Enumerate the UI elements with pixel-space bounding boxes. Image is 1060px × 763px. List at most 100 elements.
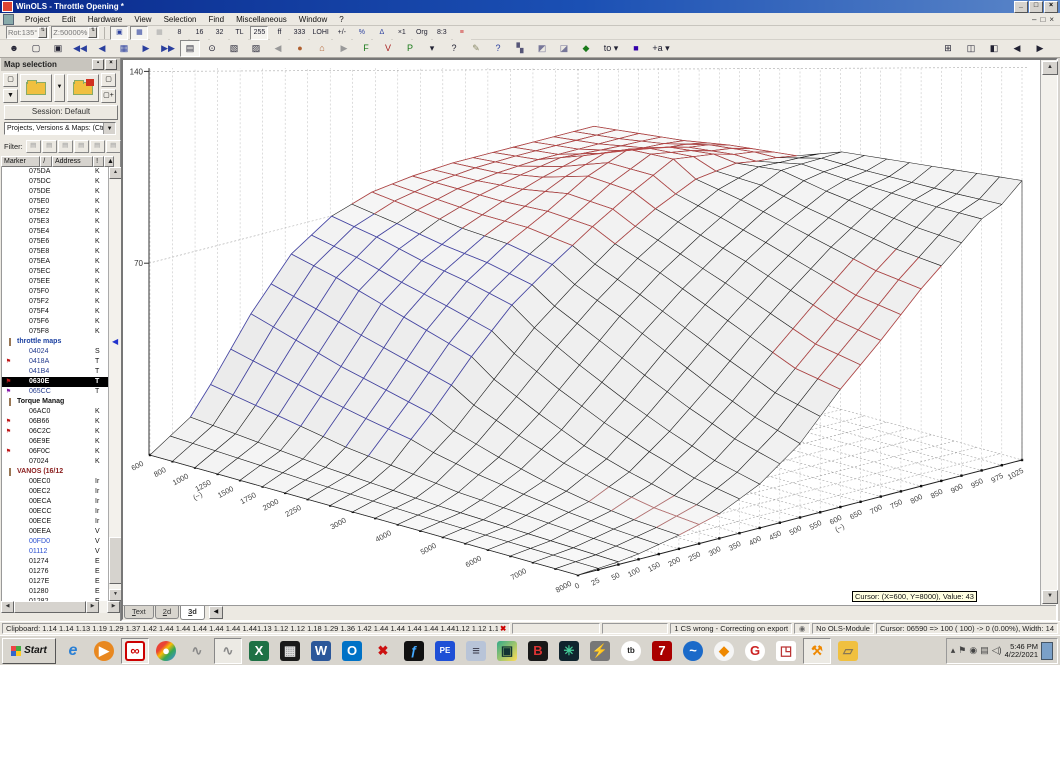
map-list-row[interactable]: 075DA K	[2, 167, 109, 177]
tab-text[interactable]: Text	[124, 606, 154, 619]
toolbar-button-hex-ff[interactable]: ff	[270, 25, 289, 40]
rotation-spinner[interactable]: ⇅	[38, 27, 48, 38]
toolbar-button-stats-chart[interactable]: ▚	[510, 40, 530, 57]
import-file-button[interactable]	[67, 74, 99, 102]
start-button[interactable]: Start	[2, 637, 56, 664]
toolbar-button-width-16[interactable]: 16	[190, 25, 209, 40]
list-header-marker[interactable]: Marker	[1, 156, 41, 167]
filter-button-KK[interactable]: ▤	[105, 139, 121, 153]
map-list-row[interactable]: ⚑ 0630E T	[2, 377, 109, 387]
menu-[interactable]: ?	[333, 14, 349, 25]
menu-project[interactable]: Project	[19, 14, 56, 25]
taskbar-icon-box-3d[interactable]: ◳	[772, 638, 800, 664]
toolbar-button-combo-to[interactable]: to ▾	[598, 40, 624, 57]
taskbar-icon-calculator[interactable]: ≡	[462, 638, 490, 664]
open-project-dropdown[interactable]: ▼	[54, 74, 65, 102]
map-list-row[interactable]: ⚑ 06B66 K	[2, 417, 109, 427]
map-list-row[interactable]: 04024 S	[2, 347, 109, 357]
taskbar-icon-file-explorer[interactable]: ▱	[834, 638, 862, 664]
taskbar-icon-word[interactable]: W	[307, 638, 335, 664]
taskbar-icon-excel[interactable]: X	[245, 638, 273, 664]
toolbar-button-color-pick[interactable]: ■	[626, 40, 646, 57]
toolbar-button-chart-a[interactable]: ◩	[532, 40, 552, 57]
map-list-row[interactable]: 075DC K	[2, 177, 109, 187]
map-list-row[interactable]: ⚑ 0418A T	[2, 357, 109, 367]
panel-close-button[interactable]: ×	[105, 59, 117, 70]
map-list-row[interactable]: 075E3 K	[2, 217, 109, 227]
map-list-row[interactable]: 07024 K	[2, 457, 109, 467]
map-list-row[interactable]: 041B4 T	[2, 367, 109, 377]
new-project-button[interactable]: ▢	[3, 73, 18, 87]
menu-view[interactable]: View	[128, 14, 157, 25]
toolbar-button-map-selection-toggle[interactable]: ▤	[180, 40, 200, 57]
filter-button-hex[interactable]: ▤	[41, 139, 57, 153]
map-list-row[interactable]: 075EE K	[2, 277, 109, 287]
map-list-vscrollbar[interactable]: ▲ ▼	[108, 167, 122, 601]
map-list-row[interactable]: ⚑ 065CC T	[2, 387, 109, 397]
taskbar-icon-terminal[interactable]: ƒ	[400, 638, 428, 664]
toolbar-button-view-3d[interactable]: ▦	[130, 25, 149, 40]
map-list-row[interactable]: Torque Manag	[2, 397, 109, 407]
toolbar-button-copy-special[interactable]: ◆	[576, 40, 596, 57]
tab-3d[interactable]: 3d	[180, 606, 205, 620]
menu-selection[interactable]: Selection	[158, 14, 203, 25]
map-list-row[interactable]: ⚑ 06C2C K	[2, 427, 109, 437]
map-list-row[interactable]: 075E0 K	[2, 197, 109, 207]
taskbar-icon-chrome[interactable]: ●	[152, 638, 180, 664]
minimize-button[interactable]: _	[1014, 0, 1028, 13]
toolbar-button-factor-x1[interactable]: ×1	[392, 25, 411, 40]
toolbar-button-decimal-255[interactable]: 255	[250, 25, 269, 40]
child-restore-button[interactable]: □	[1040, 15, 1045, 24]
toolbar-button-lo-hi[interactable]: LOHI	[310, 25, 331, 40]
session-button[interactable]: Session: Default	[4, 105, 118, 120]
map-list-row[interactable]: 00FD0 V	[2, 537, 109, 547]
map-list-row[interactable]: 00EC0 Ir	[2, 477, 109, 487]
filter-button-flag[interactable]: ▤	[89, 139, 105, 153]
map-list-row[interactable]: 075EA K	[2, 257, 109, 267]
copy-map-button[interactable]: ▢	[101, 73, 116, 87]
toolbar-button-help-dim[interactable]: ?	[444, 40, 464, 57]
toolbar-button-color-bars[interactable]: ≡	[452, 25, 471, 40]
toolbar-button-user[interactable]: ☻	[4, 40, 24, 57]
menu-window[interactable]: Window	[293, 14, 333, 25]
toolbar-button-first-map[interactable]: ◀◀	[70, 40, 90, 57]
map-list-row[interactable]: 00ECA Ir	[2, 497, 109, 507]
toolbar-button-compare[interactable]: ▨	[246, 40, 266, 57]
map-list-row[interactable]: 00ECE Ir	[2, 517, 109, 527]
map-list-row[interactable]: 06AC0 K	[2, 407, 109, 417]
taskbar-icon-demon7[interactable]: 7	[648, 638, 676, 664]
scope-combobox[interactable]: Projects, Versions & Maps: (Ctrl ▼	[4, 122, 116, 135]
toolbar-button-combo-plus-a[interactable]: +a ▾	[648, 40, 674, 57]
tray-display[interactable]: ▤	[980, 645, 989, 656]
map-list-row[interactable]: 075F2 K	[2, 297, 109, 307]
taskbar-icon-eeprom-chip[interactable]: ▦	[276, 638, 304, 664]
tab-2d[interactable]: 2d	[154, 606, 180, 619]
show-desktop-button[interactable]	[1041, 641, 1053, 660]
toolbar-button-chart-b[interactable]: ◪	[554, 40, 574, 57]
taskbar-icon-media-player[interactable]: ▶	[90, 638, 118, 664]
map-list-hscrollbar[interactable]: ◀ ▶ ▶	[1, 601, 120, 613]
list-header-address[interactable]: Address	[52, 156, 94, 167]
toolbar-button-tab-prev[interactable]: ◀	[1007, 40, 1027, 57]
menu-miscellaneous[interactable]: Miscellaneous	[230, 14, 293, 25]
toolbar-button-split-vertical[interactable]: ◫	[961, 40, 981, 57]
plot-vscrollbar[interactable]: ▲ ▼	[1040, 60, 1058, 605]
surface-plot-3d[interactable]: 14070600 800 1000 1250 1500 1750 2000 225030004…	[123, 60, 1039, 605]
toolbar-button-original[interactable]: Org	[412, 25, 431, 40]
taskbar-icon-swoosh-a[interactable]: ∿	[183, 638, 211, 664]
toolbar-button-split-8-3[interactable]: 8:3	[432, 25, 451, 40]
add-map-button[interactable]: ▢+	[101, 89, 116, 103]
save-button[interactable]: ▼	[3, 89, 18, 103]
toolbar-button-prev-map[interactable]: ◀	[92, 40, 112, 57]
open-project-button[interactable]	[20, 74, 52, 102]
map-list-row[interactable]: VANOS (16/12	[2, 467, 109, 477]
toolbar-button-folder-F[interactable]: F	[356, 40, 376, 57]
tray-volume[interactable]: ◁)	[992, 645, 1002, 656]
tray-update[interactable]: ◉	[969, 645, 977, 656]
toolbar-button-folder-drop[interactable]: ▾	[422, 40, 442, 57]
child-close-button[interactable]: ×	[1049, 15, 1054, 24]
taskbar-icon-winols-flash[interactable]: ⚡	[586, 638, 614, 664]
toolbar-button-folder-V[interactable]: V	[378, 40, 398, 57]
panel-pin-button[interactable]: ▪	[92, 59, 104, 70]
toolbar-button-preview-window[interactable]: ⊙	[202, 40, 222, 57]
